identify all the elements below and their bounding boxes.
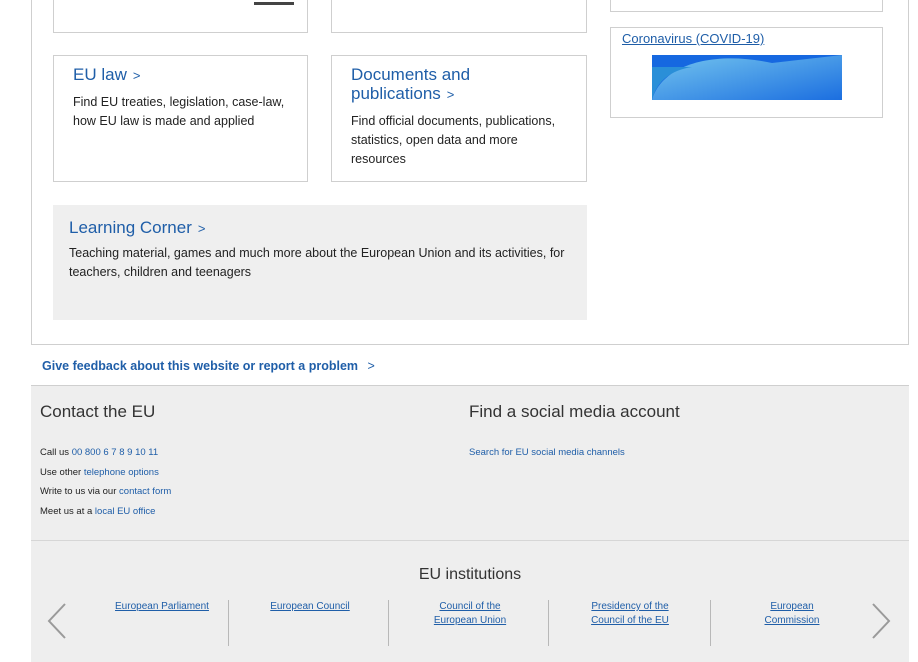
card-partial-right [331, 0, 587, 33]
chevron-right-icon: > [446, 87, 455, 102]
feedback-bar: Give feedback about this website or repo… [31, 344, 909, 386]
covid-link[interactable]: Coronavirus (COVID-19) [622, 31, 764, 46]
learning-title: Learning Corner [69, 218, 192, 237]
learning-content: Learning Corner > Teaching material, game… [69, 218, 579, 282]
social-media-search-link[interactable]: Search for EU social media channels [469, 447, 625, 458]
cut-text-fragment [254, 2, 294, 5]
contact-meet-line: Meet us at a local EU office [40, 502, 171, 522]
contact-heading: Contact the EU [40, 402, 156, 421]
documents-card[interactable]: Documents and publications > Find officia… [331, 55, 587, 182]
documents-link[interactable]: Documents and publications > [351, 65, 571, 104]
contact-write-line: Write to us via our contact form [40, 482, 171, 502]
contact-other-prefix: Use other [40, 466, 84, 478]
contact-meet-prefix: Meet us at a [40, 505, 95, 517]
eu-law-description: Find EU treaties, legislation, case-law,… [73, 95, 285, 128]
social-heading: Find a social media account [469, 402, 680, 421]
institution-separator [388, 600, 389, 646]
institution-separator [228, 600, 229, 646]
chevron-right-icon [872, 603, 891, 639]
feedback-label: Give feedback about this website or repo… [42, 359, 359, 373]
learning-corner-card[interactable]: Learning Corner > Teaching material, game… [53, 205, 587, 320]
institution-european-commission[interactable]: European Commission [712, 600, 872, 642]
eu-law-link[interactable]: EU law > [73, 65, 298, 85]
documents-title-line2: publications [351, 84, 441, 103]
institution-european-council[interactable]: European Council [230, 600, 390, 642]
institution-european-parliament[interactable]: European Parliament [82, 600, 242, 642]
feedback-link[interactable]: Give feedback about this website or repo… [42, 359, 375, 373]
institution-separator [548, 600, 549, 646]
footer-divider [31, 540, 909, 541]
learning-description: Teaching material, games and much more a… [69, 246, 565, 279]
chevron-right-icon: > [197, 221, 206, 236]
carousel-prev-button[interactable] [41, 600, 71, 642]
chevron-right-icon: > [132, 68, 141, 83]
institution-council-of-eu[interactable]: Council of the European Union [390, 600, 550, 642]
contact-other-line: Use other telephone options [40, 463, 171, 483]
covid-banner-image[interactable] [652, 55, 842, 100]
eu-law-card[interactable]: EU law > Find EU treaties, legislation, c… [53, 55, 308, 182]
footer-contact-band: Contact the EU Call us 00 800 6 7 8 9 10… [31, 386, 909, 662]
telephone-options-link[interactable]: telephone options [84, 467, 159, 478]
contact-call-prefix: Call us [40, 447, 72, 458]
documents-title-line1: Documents and [351, 65, 471, 84]
covid-banner-graphic [652, 55, 842, 100]
phone-number-link[interactable]: 00 800 6 7 8 9 10 11 [72, 447, 158, 458]
social-links: Search for EU social media channels [469, 443, 625, 463]
carousel-next-button[interactable] [867, 600, 897, 642]
card-partial-left [53, 0, 308, 33]
contact-write-prefix: Write to us via our [40, 486, 120, 497]
contact-call-line: Call us 00 800 6 7 8 9 10 11 [40, 443, 171, 463]
sidebar-partial-box [610, 0, 883, 12]
institution-presidency[interactable]: Presidency of the Council of the EU [550, 600, 710, 642]
learning-corner-link[interactable]: Learning Corner > [69, 218, 579, 238]
documents-description: Find official documents, publications, s… [351, 114, 556, 166]
documents-content: Documents and publications > Find officia… [351, 65, 571, 169]
chevron-left-icon [47, 603, 66, 639]
covid-box[interactable]: Coronavirus (COVID-19) [610, 27, 883, 118]
eu-law-content: EU law > Find EU treaties, legislation, c… [73, 65, 298, 131]
contact-lines: Call us 00 800 6 7 8 9 10 11 Use other t… [40, 443, 171, 521]
contact-form-link[interactable]: contact form [119, 486, 171, 497]
institution-separator [710, 600, 711, 646]
chevron-right-icon: > [367, 359, 375, 373]
local-office-link[interactable]: local EU office [95, 506, 156, 517]
eu-law-title: EU law [73, 65, 127, 84]
institutions-heading: EU institutions [418, 566, 522, 583]
